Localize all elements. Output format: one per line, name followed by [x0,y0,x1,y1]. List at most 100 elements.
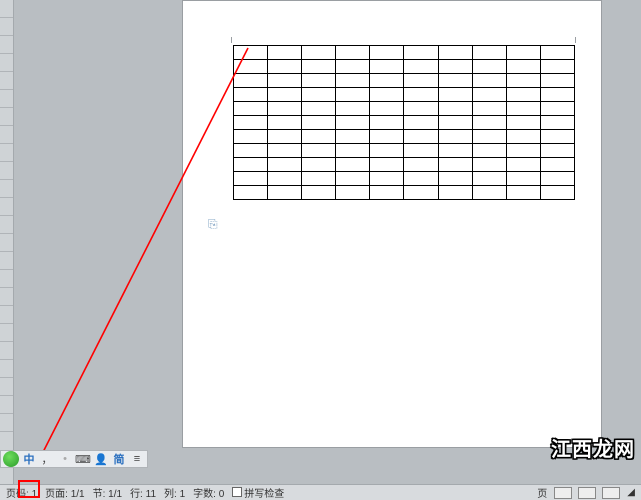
view-mode-2-button[interactable] [578,487,596,499]
table-cell[interactable] [472,172,506,186]
table-cell[interactable] [540,46,574,60]
page[interactable]: ⎘ [182,0,602,448]
table-row[interactable] [234,130,575,144]
table-cell[interactable] [472,74,506,88]
status-section[interactable]: 节: 1/1 [91,485,124,500]
table-cell[interactable] [404,88,438,102]
table-row[interactable] [234,116,575,130]
table-row[interactable] [234,102,575,116]
table-cell[interactable] [268,172,302,186]
table-cell[interactable] [472,88,506,102]
document-table[interactable] [233,45,575,200]
table-cell[interactable] [268,144,302,158]
view-mode-1-button[interactable] [554,487,572,499]
table-cell[interactable] [472,186,506,200]
table-cell[interactable] [302,172,336,186]
table-cell[interactable] [506,116,540,130]
table-cell[interactable] [540,74,574,88]
table-cell[interactable] [234,74,268,88]
status-corner-icon[interactable]: ◢ [625,487,637,498]
table-cell[interactable] [404,102,438,116]
table-cell[interactable] [506,46,540,60]
table-cell[interactable] [506,60,540,74]
table-cell[interactable] [472,46,506,60]
table-cell[interactable] [302,130,336,144]
ime-bullet-button[interactable]: • [57,451,73,467]
table-row[interactable] [234,60,575,74]
table-cell[interactable] [234,172,268,186]
table-cell[interactable] [404,46,438,60]
table-cell[interactable] [540,144,574,158]
table-cell[interactable] [268,46,302,60]
table-cell[interactable] [370,102,404,116]
table-cell[interactable] [234,186,268,200]
table-cell[interactable] [336,88,370,102]
table-cell[interactable] [370,144,404,158]
table-cell[interactable] [438,158,472,172]
table-cell[interactable] [438,144,472,158]
table-cell[interactable] [404,74,438,88]
table-row[interactable] [234,46,575,60]
table-cell[interactable] [438,88,472,102]
ime-user-icon[interactable]: 👤 [93,451,109,467]
table-cell[interactable] [506,102,540,116]
table-cell[interactable] [234,88,268,102]
table-cell[interactable] [540,186,574,200]
table-cell[interactable] [302,88,336,102]
table-cell[interactable] [302,74,336,88]
table-cell[interactable] [438,130,472,144]
table-cell[interactable] [234,46,268,60]
table-cell[interactable] [506,88,540,102]
ime-menu-icon[interactable]: ≡ [129,451,145,467]
table-cell[interactable] [370,130,404,144]
table-cell[interactable] [472,130,506,144]
table-cell[interactable] [540,172,574,186]
table-cell[interactable] [438,186,472,200]
table-cell[interactable] [438,74,472,88]
ime-punct-button[interactable]: ， [39,451,55,467]
table-row[interactable] [234,74,575,88]
table-cell[interactable] [506,130,540,144]
table-cell[interactable] [404,116,438,130]
table-cell[interactable] [540,102,574,116]
status-page-count[interactable]: 页面: 1/1 [43,485,86,500]
table-cell[interactable] [370,74,404,88]
table-cell[interactable] [438,172,472,186]
table-cell[interactable] [336,158,370,172]
table-row[interactable] [234,186,575,200]
ime-logo-icon[interactable] [3,451,19,467]
table-cell[interactable] [234,60,268,74]
status-line[interactable]: 行: 11 [128,485,158,500]
table-cell[interactable] [234,144,268,158]
ime-toolbar[interactable]: 中 ， • ⌨ 👤 简 ≡ [0,450,148,468]
table-cell[interactable] [438,116,472,130]
view-mode-3-button[interactable] [602,487,620,499]
table-cell[interactable] [234,130,268,144]
table-cell[interactable] [472,102,506,116]
table-cell[interactable] [540,116,574,130]
table-cell[interactable] [404,186,438,200]
table-cell[interactable] [404,172,438,186]
table-cell[interactable] [268,116,302,130]
table-cell[interactable] [506,74,540,88]
table-cell[interactable] [472,116,506,130]
table-cell[interactable] [370,186,404,200]
status-page[interactable]: 页码: 1 [4,485,39,500]
table-cell[interactable] [336,60,370,74]
table-cell[interactable] [268,74,302,88]
table-cell[interactable] [336,144,370,158]
table-cell[interactable] [336,74,370,88]
table-cell[interactable] [370,46,404,60]
table-cell[interactable] [540,130,574,144]
table-cell[interactable] [336,172,370,186]
document-area[interactable]: ⎘ [14,0,641,484]
table-cell[interactable] [404,130,438,144]
table-cell[interactable] [268,158,302,172]
ime-keyboard-icon[interactable]: ⌨ [75,451,91,467]
table-cell[interactable] [268,60,302,74]
table-cell[interactable] [302,186,336,200]
table-cell[interactable] [302,102,336,116]
table-cell[interactable] [438,102,472,116]
table-cell[interactable] [438,46,472,60]
table-cell[interactable] [404,144,438,158]
